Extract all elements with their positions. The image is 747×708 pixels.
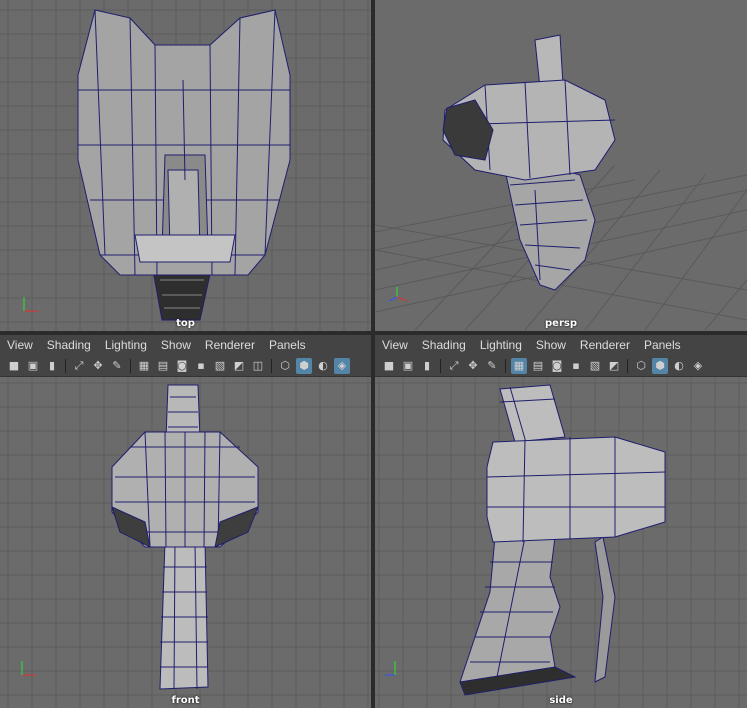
menu-lighting[interactable]: Lighting: [480, 338, 522, 352]
select-camera-icon[interactable]: ⤢: [446, 358, 462, 374]
xray-icon[interactable]: ◈: [334, 357, 350, 374]
viewport-side[interactable]: View Shading Lighting Show Renderer Pane…: [375, 335, 747, 708]
lights-icon[interactable]: ◐: [671, 358, 687, 374]
viewport-label-top: top: [176, 318, 195, 329]
lights-icon[interactable]: ◐: [315, 358, 331, 374]
axis-indicator: [21, 661, 36, 676]
bookmark-icon[interactable]: ▮: [44, 358, 60, 374]
menu-shading[interactable]: Shading: [47, 338, 91, 352]
camera-icon[interactable]: ■: [381, 358, 397, 374]
safe-area-icon[interactable]: ▪: [193, 358, 209, 374]
menu-panels[interactable]: Panels: [644, 338, 681, 352]
texture-icon[interactable]: ◩: [606, 358, 622, 374]
menu-shading[interactable]: Shading: [422, 338, 466, 352]
side-view-canvas[interactable]: [375, 377, 747, 708]
move-tool-icon[interactable]: ✥: [465, 358, 481, 374]
viewport-top[interactable]: top: [0, 0, 371, 331]
viewport-persp[interactable]: persp: [375, 0, 747, 331]
viewport-label-persp: persp: [545, 318, 577, 329]
resolution-gate-icon[interactable]: ◙: [174, 358, 190, 374]
front-view-canvas[interactable]: [0, 377, 371, 708]
select-camera-icon[interactable]: ⤢: [71, 358, 87, 374]
smooth-shade-icon[interactable]: ⬢: [296, 357, 312, 374]
panel-menubar-front: View Shading Lighting Show Renderer Pane…: [0, 335, 371, 355]
panel-menubar-side: View Shading Lighting Show Renderer Pane…: [375, 335, 747, 355]
panel-toolbar-front: ■ ▣ ▮ ⤢ ✥ ✎ ▦ ▤ ◙ ▪ ▧ ◩ ◫ ⬡ ⬢ ◐ ◈: [0, 355, 371, 377]
panel-toolbar-side: ■ ▣ ▮ ⤢ ✥ ✎ ▦ ▤ ◙ ▪ ▧ ◩ ⬡ ⬢ ◐ ◈: [375, 355, 747, 377]
wireframe-icon[interactable]: ⬡: [633, 358, 649, 374]
camera-icon[interactable]: ■: [6, 358, 22, 374]
menu-renderer[interactable]: Renderer: [205, 338, 255, 352]
paint-icon[interactable]: ✎: [109, 358, 125, 374]
paint-icon[interactable]: ✎: [484, 358, 500, 374]
axis-indicator: [388, 287, 408, 302]
texture-icon[interactable]: ◩: [231, 358, 247, 374]
xray-icon[interactable]: ◈: [690, 358, 706, 374]
menu-view[interactable]: View: [7, 338, 33, 352]
top-view-canvas[interactable]: [0, 0, 371, 331]
menu-panels[interactable]: Panels: [269, 338, 306, 352]
safe-area-icon[interactable]: ▪: [568, 358, 584, 374]
axis-indicator: [385, 661, 396, 676]
viewport-label-front: front: [171, 695, 200, 706]
field-chart-icon[interactable]: ▧: [587, 358, 603, 374]
front-view-area[interactable]: front: [0, 377, 371, 708]
menu-view[interactable]: View: [382, 338, 408, 352]
menu-lighting[interactable]: Lighting: [105, 338, 147, 352]
smooth-shade-icon[interactable]: ⬢: [652, 357, 668, 374]
grid-toggle-icon[interactable]: ▦: [136, 358, 152, 374]
persp-view-canvas[interactable]: [375, 0, 747, 331]
film-gate-icon[interactable]: ▤: [155, 358, 171, 374]
field-chart-icon[interactable]: ▧: [212, 358, 228, 374]
wireframe-icon[interactable]: ⬡: [277, 358, 293, 374]
menu-show[interactable]: Show: [161, 338, 191, 352]
side-view-area[interactable]: side: [375, 377, 747, 708]
film-gate-icon[interactable]: ▤: [530, 358, 546, 374]
camera-attr-icon[interactable]: ▣: [400, 358, 416, 374]
grid-toggle-icon[interactable]: ▦: [511, 357, 527, 374]
camera-attr-icon[interactable]: ▣: [25, 358, 41, 374]
menu-renderer[interactable]: Renderer: [580, 338, 630, 352]
axis-indicator: [23, 297, 38, 312]
wireframe-icon[interactable]: ◫: [250, 358, 266, 374]
viewport-label-side: side: [549, 695, 573, 706]
resolution-gate-icon[interactable]: ◙: [549, 358, 565, 374]
bookmark-icon[interactable]: ▮: [419, 358, 435, 374]
viewport-front[interactable]: View Shading Lighting Show Renderer Pane…: [0, 335, 371, 708]
move-tool-icon[interactable]: ✥: [90, 358, 106, 374]
menu-show[interactable]: Show: [536, 338, 566, 352]
